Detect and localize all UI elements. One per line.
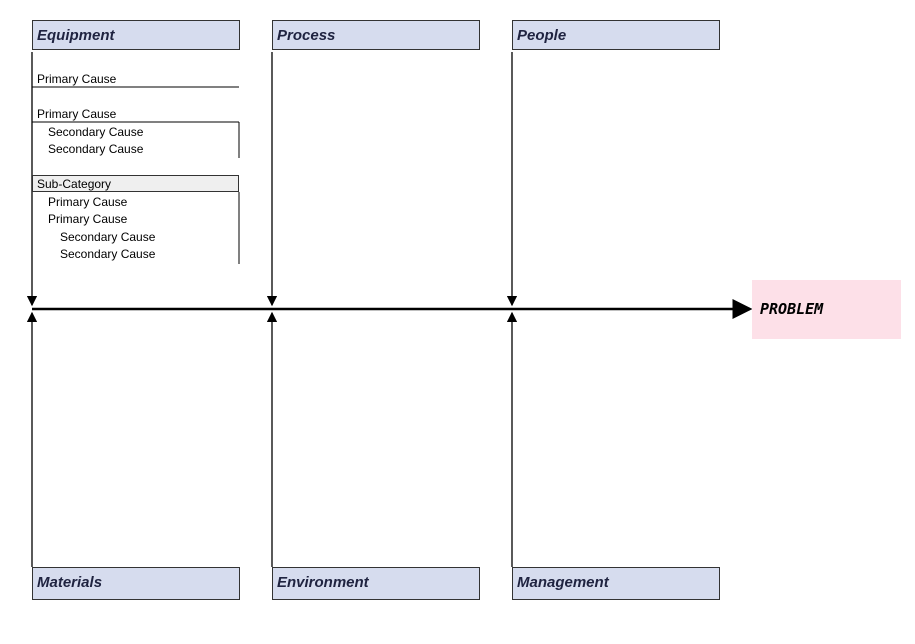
category-process: Process (272, 20, 480, 50)
subcategory-label: Sub-Category (37, 177, 112, 191)
primary-cause: Primary Cause (37, 107, 117, 121)
category-environment: Environment (272, 567, 480, 600)
category-management: Management (512, 567, 720, 600)
secondary-cause: Secondary Cause (48, 142, 144, 156)
category-people: People (512, 20, 720, 50)
problem-label: PROBLEM (760, 300, 824, 318)
category-materials: Materials (32, 567, 240, 600)
problem-box: PROBLEM (752, 280, 901, 339)
secondary-cause: Secondary Cause (48, 125, 144, 139)
category-equipment: Equipment (32, 20, 240, 50)
subcategory-box: Sub-Category (32, 175, 239, 192)
primary-cause: Primary Cause (48, 195, 128, 209)
secondary-cause: Secondary Cause (60, 230, 156, 244)
primary-cause: Primary Cause (37, 72, 117, 86)
secondary-cause: Secondary Cause (60, 247, 156, 261)
primary-cause: Primary Cause (48, 212, 128, 226)
